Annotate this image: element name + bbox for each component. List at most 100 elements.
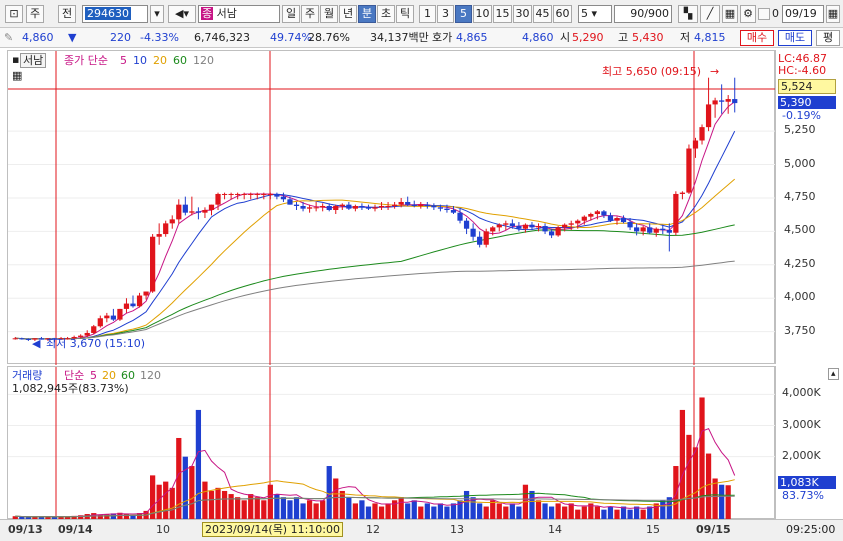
volume-chart-panel[interactable]: 거래량 단순 5 20 60 120 1,082,945주(83.73%) [7,366,776,520]
btn-1[interactable]: 주 [26,5,44,23]
x-label-6: 15 [646,523,660,536]
y-tick-6: 3,750 [784,323,816,337]
panel-menu-icon[interactable]: ▴ [828,368,839,380]
change-pct: -4.33% [140,31,179,44]
vol-y-tick-1: 3,000K [782,417,821,431]
candle-body-105 [699,127,705,141]
vol-bar-83 [555,503,561,519]
period-btn-2[interactable]: 월 [320,5,338,23]
period-btn-4[interactable]: 분 [358,5,376,23]
candle-body-44 [300,205,306,209]
candle-body-22 [156,234,162,237]
grid-icon[interactable]: ▦ [10,69,24,82]
vol-bar-66 [444,506,450,519]
vol-bar-89 [594,506,600,519]
vol-bar-103 [686,434,692,519]
stock-name-tab[interactable]: 서남 [20,53,47,68]
ma-legend-60: 60 [173,54,187,67]
candle-body-32 [221,193,228,195]
candle-body-77 [516,226,522,229]
candle-body-107 [712,100,718,105]
minute-btn-3[interactable]: 3 [437,5,454,23]
candle-body-66 [444,208,450,210]
vol-y-tick-2: 2,000K [782,448,821,462]
stock-name-field[interactable]: 종 서남 [198,5,280,23]
cursor-time-label: 2023/09/14(목) 11:10:00 [202,522,344,537]
vol-bar-86 [575,509,581,519]
vol-ma-legend-5: 5 [90,369,97,382]
period-btn-5[interactable]: 초 [377,5,395,23]
calendar-icon[interactable]: ▦ [826,5,840,23]
candle-body-34 [235,193,241,195]
minute-btn-5[interactable]: 5 [455,5,472,23]
vol-bar-104 [692,447,699,519]
btn-2[interactable]: 전 [58,5,76,23]
candle-body-84 [562,224,568,228]
candle-body-81 [542,226,548,232]
vol-bar-63 [424,503,430,519]
gear-icon[interactable]: ⚙ [740,5,756,23]
candle-body-53 [359,205,365,208]
minute-btn-45[interactable]: 45 [533,5,552,23]
vol-bar-74 [496,503,502,519]
date-checkbox[interactable] [758,8,770,20]
chart-tools-icon[interactable]: ▚ [678,5,698,23]
eval-button[interactable]: 평 [816,30,840,46]
interval-input[interactable]: 5 ▾ [578,5,612,23]
minute-btn-30[interactable]: 30 [513,5,532,23]
vol-bar-73 [490,500,496,519]
vol-bar-24 [169,487,175,519]
vol-bar-77 [516,506,522,519]
vol-bar-87 [581,506,587,519]
price-chart-panel[interactable]: ▪▪ 서남 종가 단순 5102060120 ▦ 최고 5,650 (09:15… [7,50,776,365]
x-label-5: 14 [548,523,562,536]
candle-body-93 [620,218,627,223]
minute-btn-10[interactable]: 10 [473,5,492,23]
candle-body-110 [732,99,738,104]
candle-body-95 [634,227,640,232]
buy-button[interactable]: 매수 [740,30,774,46]
vol-legend-ma: 단순 [64,369,85,382]
candle-body-41 [280,196,287,200]
hc-label: HC:-4.60 [778,64,827,77]
vol-bar-36 [248,494,254,519]
line-tool-icon[interactable]: ╱ [700,5,720,23]
code-dropdown-icon[interactable]: ▾ [150,5,164,23]
vol-bar-32 [221,490,228,519]
period-btn-0[interactable]: 일 [282,5,300,23]
minute-btn-1[interactable]: 1 [419,5,436,23]
date-input[interactable]: 09/19 [782,5,824,23]
period-btn-6[interactable]: 틱 [396,5,414,23]
candle-body-71 [477,236,483,245]
candle-body-54 [365,207,372,209]
layout-icon[interactable]: ▦ [722,5,738,23]
candle-body-38 [261,193,267,195]
date-prefix: 0 [772,7,779,20]
window-icon[interactable]: ⊡ [5,5,23,23]
candle-body-103 [686,148,692,193]
candle-body-101 [673,193,679,233]
count-input[interactable]: 90/900 [614,5,672,23]
price-chart-svg [8,51,776,365]
ma-line-5 [15,101,736,340]
x-label-2: 10 [156,523,170,536]
code-input[interactable]: 294630 [82,5,148,23]
minute-btn-60[interactable]: 60 [553,5,572,23]
x-label-3: 12 [366,523,380,536]
sell-button[interactable]: 매도 [778,30,812,46]
minute-btn-15[interactable]: 15 [493,5,512,23]
period-btn-1[interactable]: 주 [301,5,319,23]
candle-body-60 [405,201,411,205]
ma-legend-10: 10 [133,54,147,67]
vol-bar-47 [320,500,326,519]
x-label-0: 09/13 [8,523,43,536]
vol-bar-101 [673,466,679,519]
candle-body-18 [130,303,136,307]
candle-body-99 [660,228,666,231]
sound-icon[interactable]: ◀▾ [168,5,196,23]
quote-bar: ✎ 4,860 ▼ 220 -4.33% 6,746,323 49.74% 28… [0,28,843,48]
candle-body-68 [457,212,463,221]
candle-body-83 [555,227,561,236]
period-btn-3[interactable]: 년 [339,5,357,23]
candle-body-58 [392,204,398,206]
